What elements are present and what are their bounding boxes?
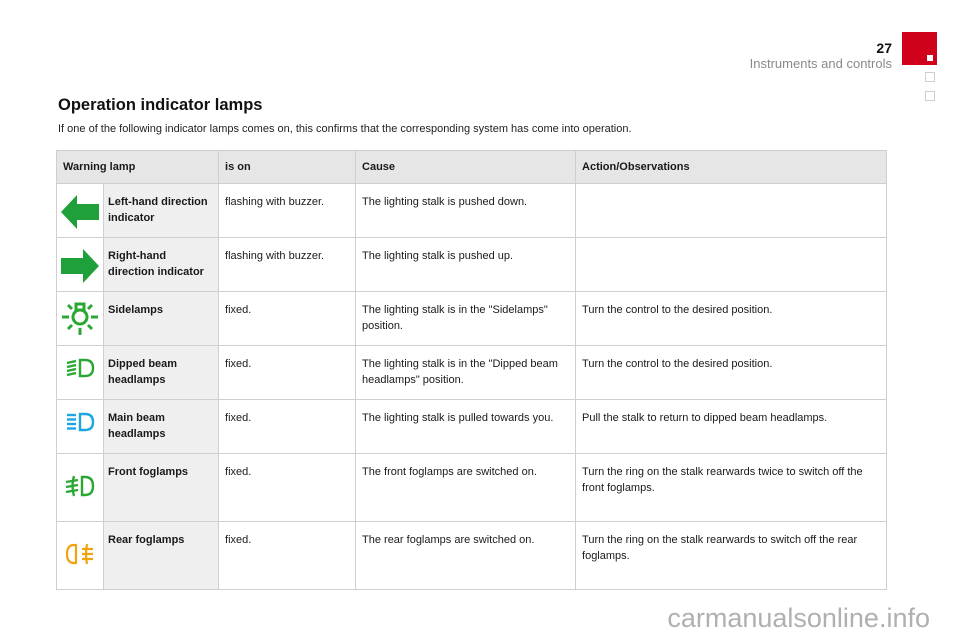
cause-cell: The front foglamps are switched on. [355, 453, 577, 522]
lamp-name: Rear foglamps [102, 521, 220, 590]
rear-foglamps-icon [65, 543, 93, 565]
is-on-cell: flashing with buzzer. [218, 183, 357, 238]
dipped-beam-icon [66, 358, 95, 378]
table-row: Rear foglamps fixed. The rear foglamps a… [56, 521, 888, 590]
cause-cell: The lighting stalk is in the "Dipped bea… [355, 345, 577, 400]
chapter-tab-active[interactable] [902, 32, 937, 65]
is-on-cell: fixed. [218, 345, 357, 400]
is-on-cell: fixed. [218, 291, 357, 346]
table-row: Main beam headlamps fixed. The lighting … [56, 399, 888, 454]
table-row: Sidelamps fixed. The lighting stalk is i… [56, 291, 888, 346]
is-on-cell: fixed. [218, 453, 357, 522]
cause-cell: The lighting stalk is pulled towards you… [355, 399, 577, 454]
action-cell [575, 237, 888, 292]
action-cell: Pull the stalk to return to dipped beam … [575, 399, 888, 454]
lamp-name: Left-hand direction indicator [102, 183, 220, 238]
action-cell: Turn the ring on the stalk rearwards to … [575, 521, 888, 590]
table-row: Right-hand direction indicator flashing … [56, 237, 888, 292]
chapter-tab[interactable] [925, 91, 935, 101]
cause-cell: The lighting stalk is pushed up. [355, 237, 577, 292]
page-number: 27 [876, 40, 892, 56]
lamp-name: Front foglamps [102, 453, 220, 522]
table-header-row: Warning lamp is on Cause Action/Observat… [55, 150, 888, 184]
table-row: Left-hand direction indicator flashing w… [56, 183, 888, 238]
indicator-table: Warning lamp is on Cause Action/Observat… [55, 150, 888, 590]
intro-text: If one of the following indicator lamps … [58, 123, 632, 135]
cause-cell: The rear foglamps are switched on. [355, 521, 577, 590]
sidelamps-icon [62, 302, 98, 335]
is-on-cell: flashing with buzzer. [218, 237, 357, 292]
header-warning-lamp: Warning lamp [55, 150, 220, 184]
tab-marker [927, 55, 933, 61]
lamp-name: Dipped beam headlamps [102, 345, 220, 400]
table-row: Dipped beam headlamps fixed. The lightin… [56, 345, 888, 400]
section-title: Instruments and controls [749, 56, 892, 71]
action-cell [575, 183, 888, 238]
page-title: Operation indicator lamps [58, 96, 263, 114]
is-on-cell: fixed. [218, 399, 357, 454]
left-arrow-icon [61, 195, 99, 229]
cause-cell: The lighting stalk is in the "Sidelamps"… [355, 291, 577, 346]
is-on-cell: fixed. [218, 521, 357, 590]
watermark: carmanualsonline.info [667, 603, 930, 633]
main-beam-icon [67, 412, 95, 432]
action-cell: Turn the control to the desired position… [575, 291, 888, 346]
lamp-name: Sidelamps [102, 291, 220, 346]
cause-cell: The lighting stalk is pushed down. [355, 183, 577, 238]
header-is-on: is on [218, 150, 357, 184]
lamp-name: Right-hand direction indicator [102, 237, 220, 292]
right-arrow-icon [61, 249, 99, 283]
action-cell: Turn the control to the desired position… [575, 345, 888, 400]
header-action: Action/Observations [575, 150, 888, 184]
lamp-name: Main beam headlamps [102, 399, 220, 454]
chapter-tab[interactable] [925, 72, 935, 82]
table-row: Front foglamps fixed. The front foglamps… [56, 453, 888, 522]
front-foglamps-icon [65, 475, 95, 497]
header-cause: Cause [355, 150, 577, 184]
action-cell: Turn the ring on the stalk rearwards twi… [575, 453, 888, 522]
